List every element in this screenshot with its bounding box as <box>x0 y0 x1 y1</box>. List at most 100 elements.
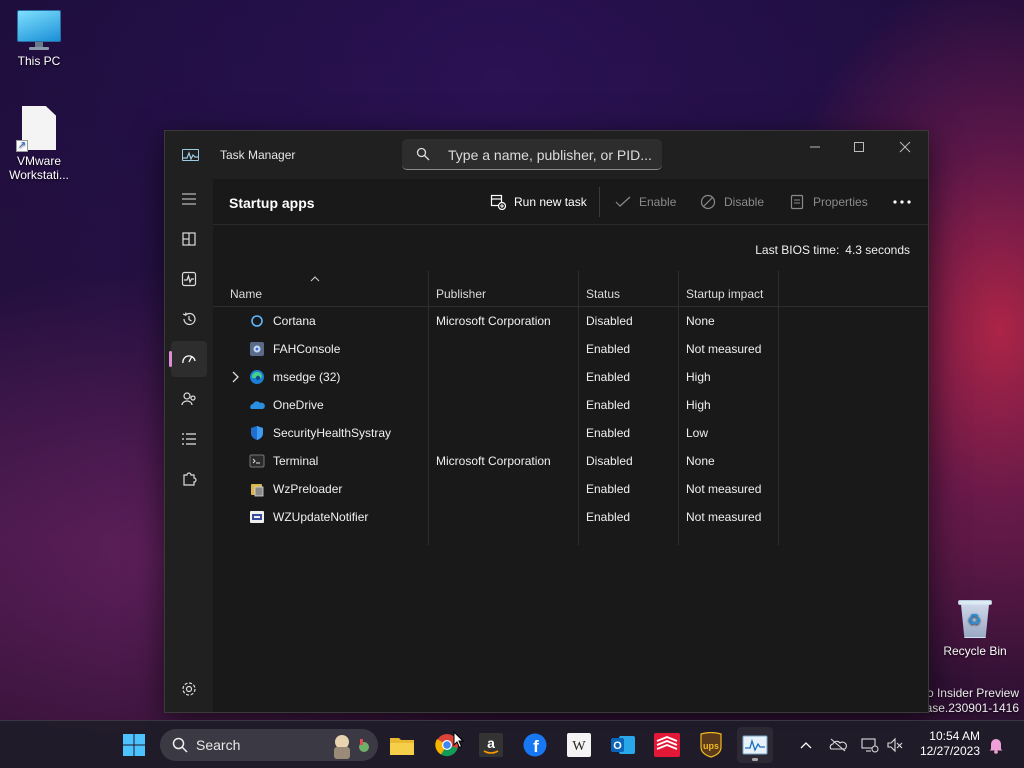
row-status: Disabled <box>586 454 633 468</box>
fah-icon <box>250 342 264 356</box>
desktop-icon-label: Recycle Bin <box>943 644 1007 658</box>
onedrive-icon <box>250 401 265 409</box>
svg-text:W: W <box>572 739 586 754</box>
table-row[interactable]: Terminal Microsoft Corporation Disabled … <box>213 447 928 475</box>
column-header-status[interactable]: Status <box>586 271 620 307</box>
column-header-publisher[interactable]: Publisher <box>436 271 486 307</box>
sort-ascending-icon <box>310 276 320 282</box>
details-list-icon <box>182 433 196 445</box>
table-row[interactable]: Cortana Microsoft Corporation Disabled N… <box>213 307 928 335</box>
bios-value: 4.3 seconds <box>845 243 910 257</box>
desktop-icon-this-pc[interactable]: This PC <box>1 10 77 68</box>
more-ellipsis-icon <box>893 200 911 204</box>
maximize-icon <box>854 142 864 152</box>
table-row[interactable]: msedge (32) Enabled High <box>213 363 928 391</box>
row-name: SecurityHealthSystray <box>273 426 392 440</box>
row-publisher: Microsoft Corporation <box>436 454 551 468</box>
table-row[interactable]: SecurityHealthSystray Enabled Low <box>213 419 928 447</box>
task-manager-icon <box>742 735 768 755</box>
maximize-button[interactable] <box>836 131 882 163</box>
enable-label: Enable <box>639 195 677 209</box>
more-options-button[interactable] <box>893 191 911 213</box>
running-indicator <box>752 758 758 761</box>
nav-performance[interactable] <box>171 261 207 297</box>
windows-logo-icon <box>123 734 145 756</box>
taskbar-clock[interactable]: 10:54 AM 12/27/2023 <box>920 729 980 759</box>
taskbar-search-box[interactable]: Search <box>160 729 378 761</box>
startup-speedometer-icon <box>182 355 196 364</box>
column-header-name[interactable]: Name <box>230 271 262 307</box>
nav-startup-apps[interactable] <box>169 341 207 377</box>
desktop-icon-recycle-bin[interactable]: ♻ Recycle Bin <box>937 598 1013 658</box>
nav-app-history[interactable] <box>171 301 207 337</box>
nav-users[interactable] <box>171 381 207 417</box>
notifications-button[interactable] <box>986 735 1006 755</box>
onedrive-tray-button[interactable] <box>828 735 848 755</box>
taskbar-facebook[interactable]: f <box>517 727 553 763</box>
taskbar-ups[interactable]: ups <box>693 727 729 763</box>
svg-text:O: O <box>613 740 622 752</box>
startup-apps-table: Name Publisher Status Startup impact Cor… <box>213 271 928 545</box>
settings-button[interactable] <box>180 680 198 698</box>
chevron-right-icon[interactable] <box>230 371 240 383</box>
page-title: Startup apps <box>229 195 315 211</box>
properties-icon <box>790 194 804 210</box>
title-bar[interactable]: Task Manager <box>165 131 928 179</box>
shield-icon <box>251 426 263 440</box>
row-status: Enabled <box>586 510 631 524</box>
clock-time: 10:54 AM <box>929 729 980 743</box>
hamburger-menu-button[interactable] <box>171 181 207 217</box>
taskbar: Search a f W O ups 10:54 AM 12/27/2023 <box>0 720 1024 768</box>
taskbar-bank-of-america[interactable] <box>649 727 685 763</box>
show-hidden-icons-button[interactable] <box>796 735 816 755</box>
svg-text:a: a <box>487 735 495 751</box>
run-new-task-button[interactable]: Run new task <box>490 191 587 213</box>
search-icon <box>416 147 430 161</box>
taskbar-chrome[interactable] <box>429 727 465 763</box>
search-box[interactable] <box>402 139 662 170</box>
taskbar-task-manager[interactable] <box>737 727 773 763</box>
row-impact: Not measured <box>686 510 762 524</box>
minimize-button[interactable] <box>792 131 838 163</box>
enable-button[interactable]: Enable <box>615 191 676 213</box>
window-title: Task Manager <box>220 148 296 162</box>
row-impact: Not measured <box>686 342 762 356</box>
row-status: Enabled <box>586 426 631 440</box>
close-icon <box>899 141 911 153</box>
table-header: Name Publisher Status Startup impact <box>213 271 928 545</box>
task-manager-window: Task Manager Type a name, publisher, or … <box>164 130 929 713</box>
start-button[interactable] <box>116 727 152 763</box>
row-status: Enabled <box>586 370 631 384</box>
row-name: OneDrive <box>273 398 324 412</box>
taskbar-file-explorer[interactable] <box>384 727 420 763</box>
nav-details[interactable] <box>171 421 207 457</box>
desktop-icon-vmware[interactable]: ↗ VMware Workstati... <box>1 106 77 182</box>
taskbar-amazon[interactable]: a <box>473 727 509 763</box>
table-row[interactable]: WzPreloader Enabled Not measured <box>213 475 928 503</box>
search-icon <box>172 737 188 753</box>
table-row[interactable]: WZUpdateNotifier Enabled Not measured <box>213 503 928 531</box>
close-button[interactable] <box>882 131 928 163</box>
services-puzzle-icon <box>183 472 197 486</box>
users-icon <box>181 392 196 406</box>
network-tray-button[interactable] <box>860 735 880 755</box>
nav-services[interactable] <box>171 461 207 497</box>
disable-button[interactable]: Disable <box>700 191 764 213</box>
search-input[interactable] <box>448 145 653 164</box>
disable-circle-icon <box>700 194 716 210</box>
desktop-icon-label: This PC <box>17 54 61 68</box>
table-row[interactable]: FAHConsole Enabled Not measured <box>213 335 928 363</box>
nav-processes[interactable] <box>171 221 207 257</box>
properties-button[interactable]: Properties <box>790 191 868 213</box>
taskbar-search-label: Search <box>196 737 241 753</box>
taskbar-wikipedia[interactable]: W <box>561 727 597 763</box>
volume-tray-button[interactable] <box>885 735 905 755</box>
gear-icon <box>182 682 196 696</box>
volume-muted-icon <box>887 737 903 753</box>
cortana-icon <box>251 315 263 327</box>
column-header-startup-impact[interactable]: Startup impact <box>686 271 763 307</box>
taskbar-outlook[interactable]: O <box>605 727 641 763</box>
table-row[interactable]: OneDrive Enabled High <box>213 391 928 419</box>
hamburger-icon <box>182 193 196 205</box>
ups-shield-icon: ups <box>700 732 722 758</box>
